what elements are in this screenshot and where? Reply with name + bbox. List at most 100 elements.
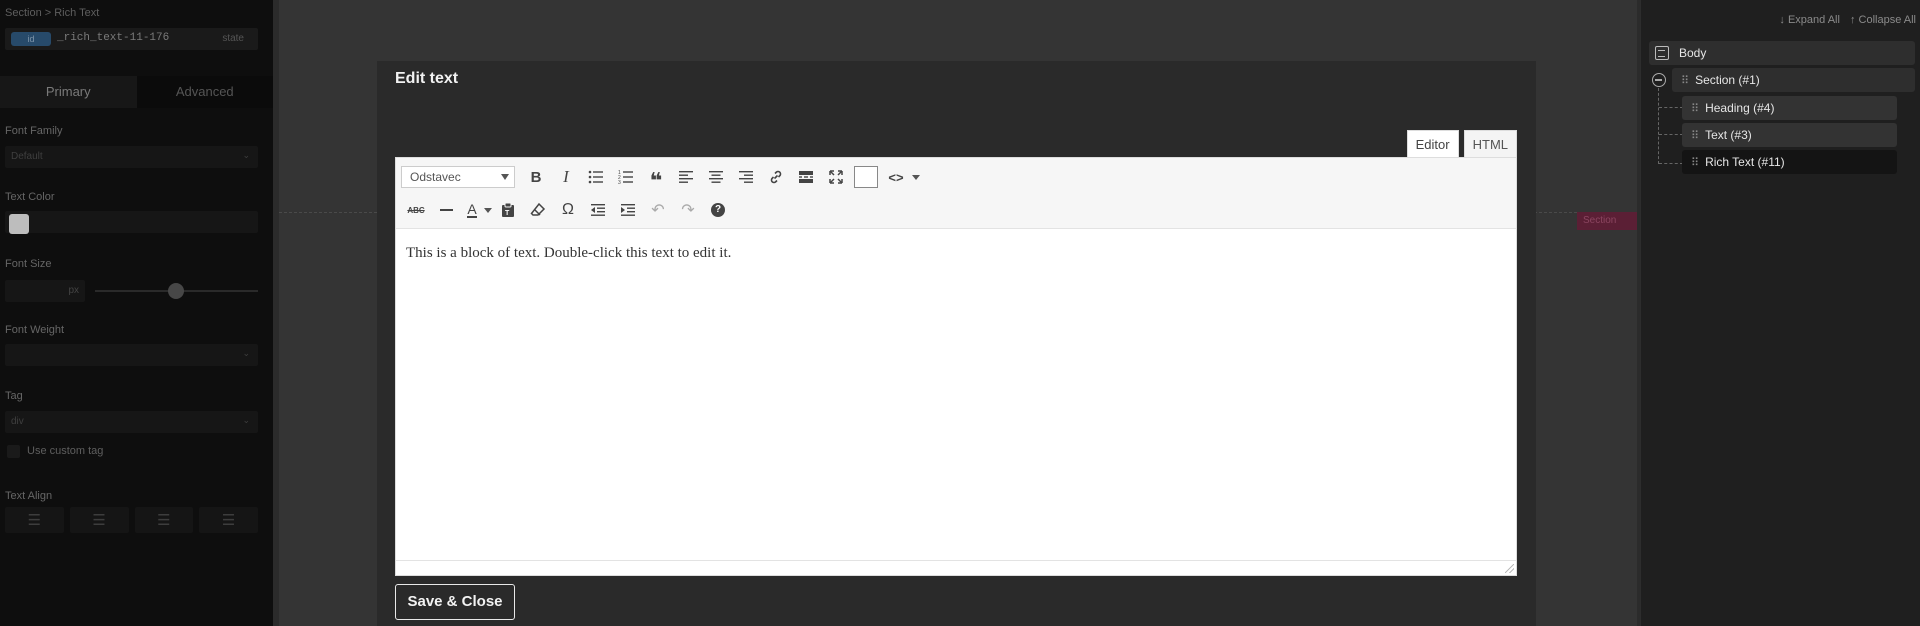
- font-size-unit[interactable]: px: [68, 285, 79, 296]
- tree-item-heading[interactable]: ⠿ Heading (#4): [1682, 96, 1897, 120]
- drag-handle-icon[interactable]: ⠿: [1681, 74, 1689, 87]
- indent-icon: [621, 204, 635, 216]
- special-character-button[interactable]: Ω: [553, 196, 583, 224]
- chevron-down-icon: ⌄: [242, 150, 250, 160]
- align-left-icon: [679, 171, 693, 183]
- paste-text-button[interactable]: T: [493, 196, 523, 224]
- section-tag[interactable]: Section: [1577, 212, 1637, 230]
- drag-handle-icon[interactable]: ⠿: [1691, 129, 1699, 142]
- tab-html[interactable]: HTML: [1463, 130, 1517, 157]
- toggle-toolbar-button[interactable]: [851, 163, 881, 191]
- redo-button[interactable]: ↷: [673, 196, 703, 224]
- id-badge: id: [11, 32, 51, 46]
- tree-item-rich-text[interactable]: ⠿ Rich Text (#11): [1682, 150, 1897, 174]
- font-size-label: Font Size: [5, 258, 52, 270]
- chevron-down-icon: ⌄: [242, 348, 250, 358]
- tab-primary[interactable]: Primary: [0, 76, 137, 108]
- use-custom-tag-checkbox[interactable]: [7, 445, 20, 458]
- link-button[interactable]: [761, 163, 791, 191]
- text-color-icon: A: [467, 201, 477, 218]
- tab-advanced[interactable]: Advanced: [136, 76, 273, 108]
- align-right-button[interactable]: [731, 163, 761, 191]
- toolbar-row-1: Odstavec B I 123 ❝ <>: [401, 163, 921, 193]
- tag-label: Tag: [5, 390, 23, 402]
- align-center-icon: ☰: [92, 512, 106, 529]
- numbered-list-button[interactable]: 123: [611, 163, 641, 191]
- editor-mode-tabs: Editor HTML: [1406, 130, 1517, 157]
- font-family-value: Default: [11, 151, 43, 162]
- align-center-button[interactable]: [701, 163, 731, 191]
- edit-text-modal: Edit text Editor HTML Odstavec B I 123 ❝: [377, 61, 1536, 626]
- read-more-button[interactable]: [791, 163, 821, 191]
- align-left-button[interactable]: [671, 163, 701, 191]
- format-select[interactable]: Odstavec: [401, 166, 515, 188]
- clear-formatting-button[interactable]: [523, 196, 553, 224]
- use-custom-tag-label: Use custom tag: [27, 445, 104, 457]
- resize-handle-icon[interactable]: [1505, 564, 1514, 573]
- fullscreen-button[interactable]: [821, 163, 851, 191]
- numbered-list-icon: 123: [618, 170, 633, 185]
- code-dropdown-caret[interactable]: [911, 175, 921, 180]
- tree-item-text[interactable]: ⠿ Text (#3): [1682, 123, 1897, 147]
- redo-icon: ↷: [681, 202, 695, 219]
- help-button[interactable]: ?: [703, 196, 733, 224]
- tree-connector: [1659, 134, 1683, 135]
- bullet-list-button[interactable]: [581, 163, 611, 191]
- font-weight-label: Font Weight: [5, 324, 65, 336]
- format-select-value: Odstavec: [410, 170, 461, 184]
- tab-editor[interactable]: Editor: [1406, 130, 1459, 157]
- bold-icon: B: [530, 168, 542, 186]
- fullscreen-icon: [829, 170, 843, 184]
- horizontal-line-button[interactable]: [431, 196, 461, 224]
- font-family-select[interactable]: Default ⌄: [5, 146, 258, 168]
- italic-button[interactable]: I: [551, 163, 581, 191]
- editor-content[interactable]: This is a block of text. Double-click th…: [406, 245, 731, 262]
- font-weight-select[interactable]: ⌄: [5, 344, 258, 366]
- text-color-swatch[interactable]: [9, 214, 29, 234]
- text-align-label: Text Align: [5, 490, 53, 502]
- align-center-button[interactable]: ☰: [69, 507, 129, 533]
- element-id[interactable]: _rich_text-11-176: [57, 32, 169, 44]
- blockquote-icon: ❝: [649, 168, 663, 193]
- tree-connector: [1659, 107, 1683, 108]
- bold-button[interactable]: B: [521, 163, 551, 191]
- collapse-all-button[interactable]: ↑ Collapse All: [1850, 14, 1916, 26]
- paste-text-icon: T: [502, 202, 514, 217]
- tag-select[interactable]: div ⌄: [5, 411, 258, 433]
- blockquote-button[interactable]: ❝: [641, 163, 671, 193]
- save-close-button[interactable]: Save & Close: [395, 584, 515, 620]
- drag-handle-icon[interactable]: ⠿: [1691, 102, 1699, 115]
- tree-item-label: Section (#1): [1695, 73, 1760, 87]
- collapse-toggle-icon[interactable]: [1652, 73, 1666, 87]
- code-button[interactable]: <>: [881, 163, 911, 191]
- text-color-label: Text Color: [5, 191, 55, 203]
- outdent-button[interactable]: [583, 196, 613, 224]
- font-size-slider-thumb[interactable]: [168, 283, 184, 299]
- bullet-list-icon: [588, 170, 603, 184]
- tree-item-body[interactable]: Body: [1649, 41, 1915, 65]
- drag-handle-icon[interactable]: ⠿: [1691, 156, 1699, 169]
- tree-item-label: Rich Text (#11): [1705, 155, 1785, 169]
- font-size-input[interactable]: px: [5, 280, 85, 302]
- toolbar-row-2: ABC A T Ω ↶ ↷ ?: [401, 196, 733, 224]
- text-color-dropdown-caret[interactable]: [483, 208, 493, 213]
- text-color-button[interactable]: A: [461, 196, 483, 224]
- tag-value: div: [11, 416, 24, 427]
- indent-button[interactable]: [613, 196, 643, 224]
- align-right-icon: ☰: [157, 512, 171, 529]
- properties-tabs: Primary Advanced: [0, 76, 273, 108]
- expand-all-button[interactable]: ↓ Expand All: [1779, 14, 1840, 26]
- help-icon: ?: [711, 203, 725, 217]
- align-justify-button[interactable]: ☰: [199, 507, 258, 533]
- horizontal-line-icon: [439, 209, 453, 211]
- align-left-button[interactable]: ☰: [5, 507, 64, 533]
- tree-item-section[interactable]: ⠿ Section (#1): [1672, 68, 1915, 92]
- state-dropdown[interactable]: state: [222, 33, 244, 44]
- editor-toolbar: Odstavec B I 123 ❝ <> ABC A T Ω ↶ ↷ ?: [396, 158, 1516, 229]
- undo-icon: ↶: [651, 202, 665, 219]
- undo-button[interactable]: ↶: [643, 196, 673, 224]
- align-right-button[interactable]: ☰: [134, 507, 194, 533]
- breadcrumb[interactable]: Section > Rich Text: [5, 7, 99, 19]
- strikethrough-button[interactable]: ABC: [401, 196, 431, 224]
- svg-text:3: 3: [618, 180, 621, 185]
